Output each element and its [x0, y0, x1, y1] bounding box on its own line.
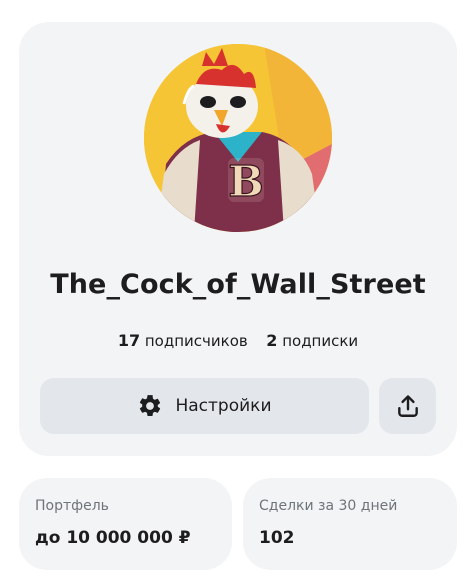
portfolio-value: до 10 000 000 ₽: [35, 528, 191, 548]
portfolio-label: Портфель: [35, 498, 109, 514]
deals-card[interactable]: Сделки за 30 дней 102: [243, 478, 457, 570]
profile-card: B The_Cock_of_Wall_Street 17 подписчиков…: [19, 22, 457, 456]
followers-link[interactable]: 17 подписчиков: [117, 331, 253, 350]
portfolio-card[interactable]: Портфель до 10 000 000 ₽: [19, 478, 232, 570]
settings-button[interactable]: Настройки: [40, 378, 369, 434]
deals-value: 102: [259, 528, 295, 548]
username: The_Cock_of_Wall_Street: [50, 269, 426, 300]
following-label: подписки: [282, 332, 359, 350]
share-icon: [397, 395, 418, 417]
avatar-image: B: [144, 44, 332, 232]
gear-icon: [140, 395, 161, 416]
deals-label: Сделки за 30 дней: [259, 498, 398, 514]
follow-stats: 17 подписчиков 2 подписки: [19, 331, 457, 350]
followers-label: подписчиков: [144, 332, 248, 350]
followers-count: 17: [117, 331, 141, 350]
share-button[interactable]: [379, 378, 436, 434]
following-count: 2: [266, 331, 278, 350]
avatar-letter: B: [228, 157, 264, 206]
following-link[interactable]: 2 подписки: [266, 331, 359, 350]
avatar[interactable]: B: [144, 44, 332, 232]
settings-button-label: Настройки: [175, 396, 272, 416]
